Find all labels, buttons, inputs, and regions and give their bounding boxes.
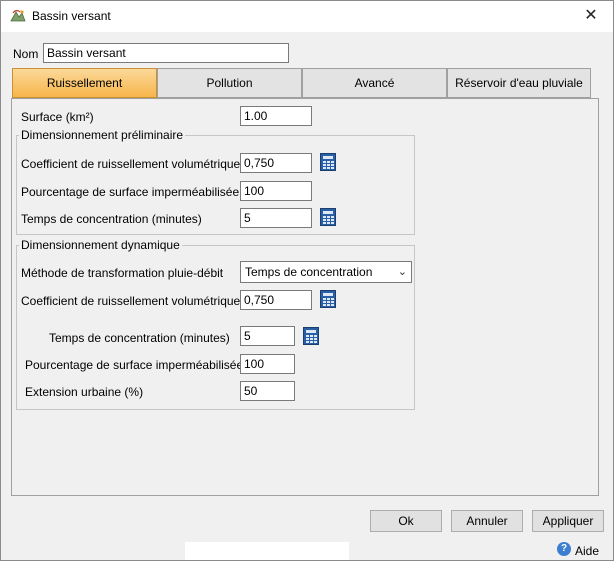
dynamic-coef-input[interactable]: 0,750 — [240, 290, 312, 310]
prelim-coef-input[interactable]: 0,750 — [240, 153, 312, 173]
name-label: Nom — [13, 47, 39, 61]
prelim-impervious-input[interactable]: 100 — [240, 181, 312, 201]
dynamic-impervious-label: Pourcentage de surface imperméabilisée (… — [25, 358, 266, 372]
window-title: Bassin versant — [32, 9, 111, 23]
title-bar: Bassin versant ✕ — [1, 1, 613, 32]
close-button[interactable]: ✕ — [573, 2, 609, 30]
prelim-coef-label: Coefficient de ruissellement volumétriqu… — [21, 157, 241, 171]
dynamic-group-title: Dimensionnement dynamique — [19, 238, 182, 252]
name-input[interactable]: Bassin versant — [43, 43, 289, 63]
calculator-icon[interactable] — [320, 290, 336, 308]
apply-button[interactable]: Appliquer — [532, 510, 604, 532]
tab-bar: Ruissellement Pollution Avancé Réservoir… — [12, 68, 591, 98]
calculator-icon[interactable] — [303, 327, 319, 345]
prelim-tc-input[interactable]: 5 — [240, 208, 312, 228]
surface-input[interactable]: 1.00 — [240, 106, 312, 126]
dynamic-impervious-input[interactable]: 100 — [240, 354, 295, 374]
tab-reservoir[interactable]: Réservoir d'eau pluviale — [447, 68, 591, 98]
method-select[interactable]: Temps de concentration ⌄ — [240, 261, 412, 283]
dynamic-coef-label: Coefficient de ruissellement volumétriqu… — [21, 294, 241, 308]
dynamic-tc-input[interactable]: 5 — [240, 326, 295, 346]
app-window-icon — [10, 10, 26, 22]
tab-pollution[interactable]: Pollution — [157, 68, 302, 98]
method-select-value: Temps de concentration — [245, 265, 373, 279]
surface-label: Surface (km²) — [21, 110, 94, 124]
tab-ruissellement[interactable]: Ruissellement — [12, 68, 157, 98]
calculator-icon[interactable] — [320, 153, 336, 171]
dialog-window: Bassin versant ✕ Nom Bassin versant Ruis… — [0, 0, 614, 561]
urban-extension-label: Extension urbaine (%) — [25, 385, 144, 399]
chevron-down-icon: ⌄ — [397, 266, 407, 278]
preliminary-group-title: Dimensionnement préliminaire — [19, 128, 186, 142]
calculator-icon[interactable] — [320, 208, 336, 226]
dynamic-tc-label: Temps de concentration (minutes) — [49, 331, 230, 345]
status-strip — [185, 542, 349, 560]
dynamic-method-label: Méthode de transformation pluie-débit — [21, 266, 224, 280]
tab-avance[interactable]: Avancé — [302, 68, 447, 98]
tab-panel: Surface (km²) 1.00 Dimensionnement préli… — [11, 98, 599, 496]
prelim-tc-label: Temps de concentration (minutes) — [21, 212, 202, 226]
help-icon[interactable]: ? — [557, 542, 571, 556]
prelim-impervious-label: Pourcentage de surface imperméabilisée (… — [21, 185, 262, 199]
ok-button[interactable]: Ok — [370, 510, 442, 532]
cancel-button[interactable]: Annuler — [451, 510, 523, 532]
help-link[interactable]: Aide — [575, 544, 599, 558]
urban-extension-input[interactable]: 50 — [240, 381, 295, 401]
